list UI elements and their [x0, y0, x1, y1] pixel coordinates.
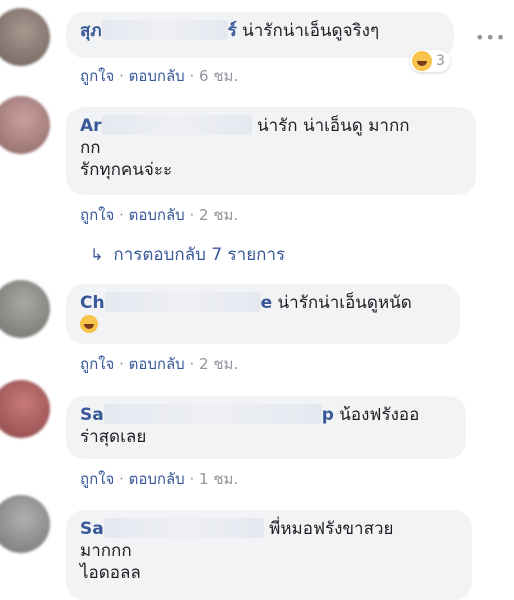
separator-dot: · — [189, 206, 195, 224]
avatar[interactable] — [0, 96, 50, 154]
like-link[interactable]: ถูกใจ — [80, 206, 114, 224]
comment-actions: ถูกใจ · ตอบกลับ · 1 ชม. — [80, 467, 238, 491]
comment-author-name[interactable]: Sa — [80, 518, 264, 539]
reaction-count: 3 — [436, 53, 445, 69]
like-link[interactable]: ถูกใจ — [80, 470, 114, 488]
comment-text: น่ารักน่าเอ็นดูหนัด — [277, 293, 412, 313]
avatar[interactable] — [0, 380, 50, 438]
author-name-end[interactable]: ร์ — [228, 21, 237, 41]
like-link[interactable]: ถูกใจ — [80, 67, 114, 85]
avatar[interactable] — [0, 495, 50, 553]
comment-text: กก — [80, 138, 101, 158]
more-options-icon[interactable]: ••• — [475, 28, 506, 47]
separator-dot: · — [189, 67, 195, 85]
comment-bubble: Ch e น่ารักน่าเอ็นดูหนัด — [66, 284, 460, 344]
comment-text: น่ารัก น่าเอ็นดู มากก — [256, 116, 410, 136]
avatar[interactable] — [0, 8, 50, 66]
rofl-emoji-icon — [80, 315, 98, 333]
reply-link[interactable]: ตอบกลับ — [129, 206, 185, 224]
comment-author-name[interactable]: Ar — [80, 115, 252, 136]
comment-timestamp[interactable]: 2 ชม. — [199, 355, 238, 373]
reply-arrow-icon: ↳ — [90, 245, 104, 264]
like-link[interactable]: ถูกใจ — [80, 355, 114, 373]
redacted-name — [104, 292, 261, 312]
comment-text: ไอดอลล — [80, 563, 141, 583]
comment-timestamp[interactable]: 6 ชม. — [199, 67, 238, 85]
comment-text: พี่หมอฟรังขาสวย — [269, 519, 394, 539]
comment-author-name[interactable]: Sa p — [80, 404, 334, 425]
reply-link[interactable]: ตอบกลับ — [129, 355, 185, 373]
comment-actions: ถูกใจ · ตอบกลับ · 6 ชม. — [80, 64, 238, 88]
separator-dot: · — [119, 355, 124, 373]
comment-bubble: Sa พี่หมอฟรังขาสวย มากกก ไอดอลล — [66, 510, 472, 600]
separator-dot: · — [119, 470, 124, 488]
comment-bubble: สุภ ร์ น่ารักน่าเอ็นดูจริงๆ — [66, 12, 454, 58]
author-name-end[interactable]: p — [322, 405, 334, 425]
avatar[interactable] — [0, 280, 50, 338]
comment-bubble: Ar น่ารัก น่าเอ็นดู มากก กก รักทุกคนจ่ะะ — [66, 107, 476, 195]
comment-timestamp[interactable]: 1 ชม. — [199, 470, 238, 488]
redacted-name — [103, 518, 264, 538]
reply-link[interactable]: ตอบกลับ — [129, 470, 185, 488]
comment-timestamp[interactable]: 2 ชม. — [199, 206, 238, 224]
redacted-name — [101, 20, 228, 40]
author-name-start[interactable]: Ar — [80, 116, 102, 136]
comment-actions: ถูกใจ · ตอบกลับ · 2 ชม. — [80, 352, 238, 376]
separator-dot: · — [189, 355, 195, 373]
redacted-name — [101, 115, 252, 135]
comment-text: รักทุกคนจ่ะะ — [80, 160, 173, 180]
comment-actions: ถูกใจ · ตอบกลับ · 2 ชม. — [80, 203, 238, 227]
reply-link[interactable]: ตอบกลับ — [129, 67, 185, 85]
author-name-start[interactable]: สุภ — [80, 21, 102, 41]
separator-dot: · — [189, 470, 195, 488]
author-name-start[interactable]: Sa — [80, 519, 104, 539]
author-name-start[interactable]: Ch — [80, 293, 105, 313]
view-replies-link[interactable]: ↳ การตอบกลับ 7 รายการ — [90, 241, 285, 268]
comment-bubble: Sa p น้องฟรังออ ร่าสุดเลย — [66, 396, 466, 459]
comment-author-name[interactable]: Ch e — [80, 292, 273, 313]
separator-dot: · — [119, 67, 124, 85]
redacted-name — [103, 404, 322, 424]
author-name-start[interactable]: Sa — [80, 405, 104, 425]
reaction-summary[interactable]: 3 — [410, 50, 450, 72]
comment-text: ร่าสุดเลย — [80, 427, 147, 447]
comment-text: มากกก — [80, 541, 132, 561]
comment-author-name[interactable]: สุภ ร์ — [80, 20, 237, 41]
author-name-end[interactable]: e — [261, 293, 273, 313]
separator-dot: · — [119, 206, 124, 224]
haha-emoji-icon — [412, 51, 432, 71]
view-replies-label[interactable]: การตอบกลับ 7 รายการ — [113, 241, 285, 268]
comment-text: น้องฟรังออ — [339, 405, 420, 425]
comment-text: น่ารักน่าเอ็นดูจริงๆ — [242, 21, 380, 41]
